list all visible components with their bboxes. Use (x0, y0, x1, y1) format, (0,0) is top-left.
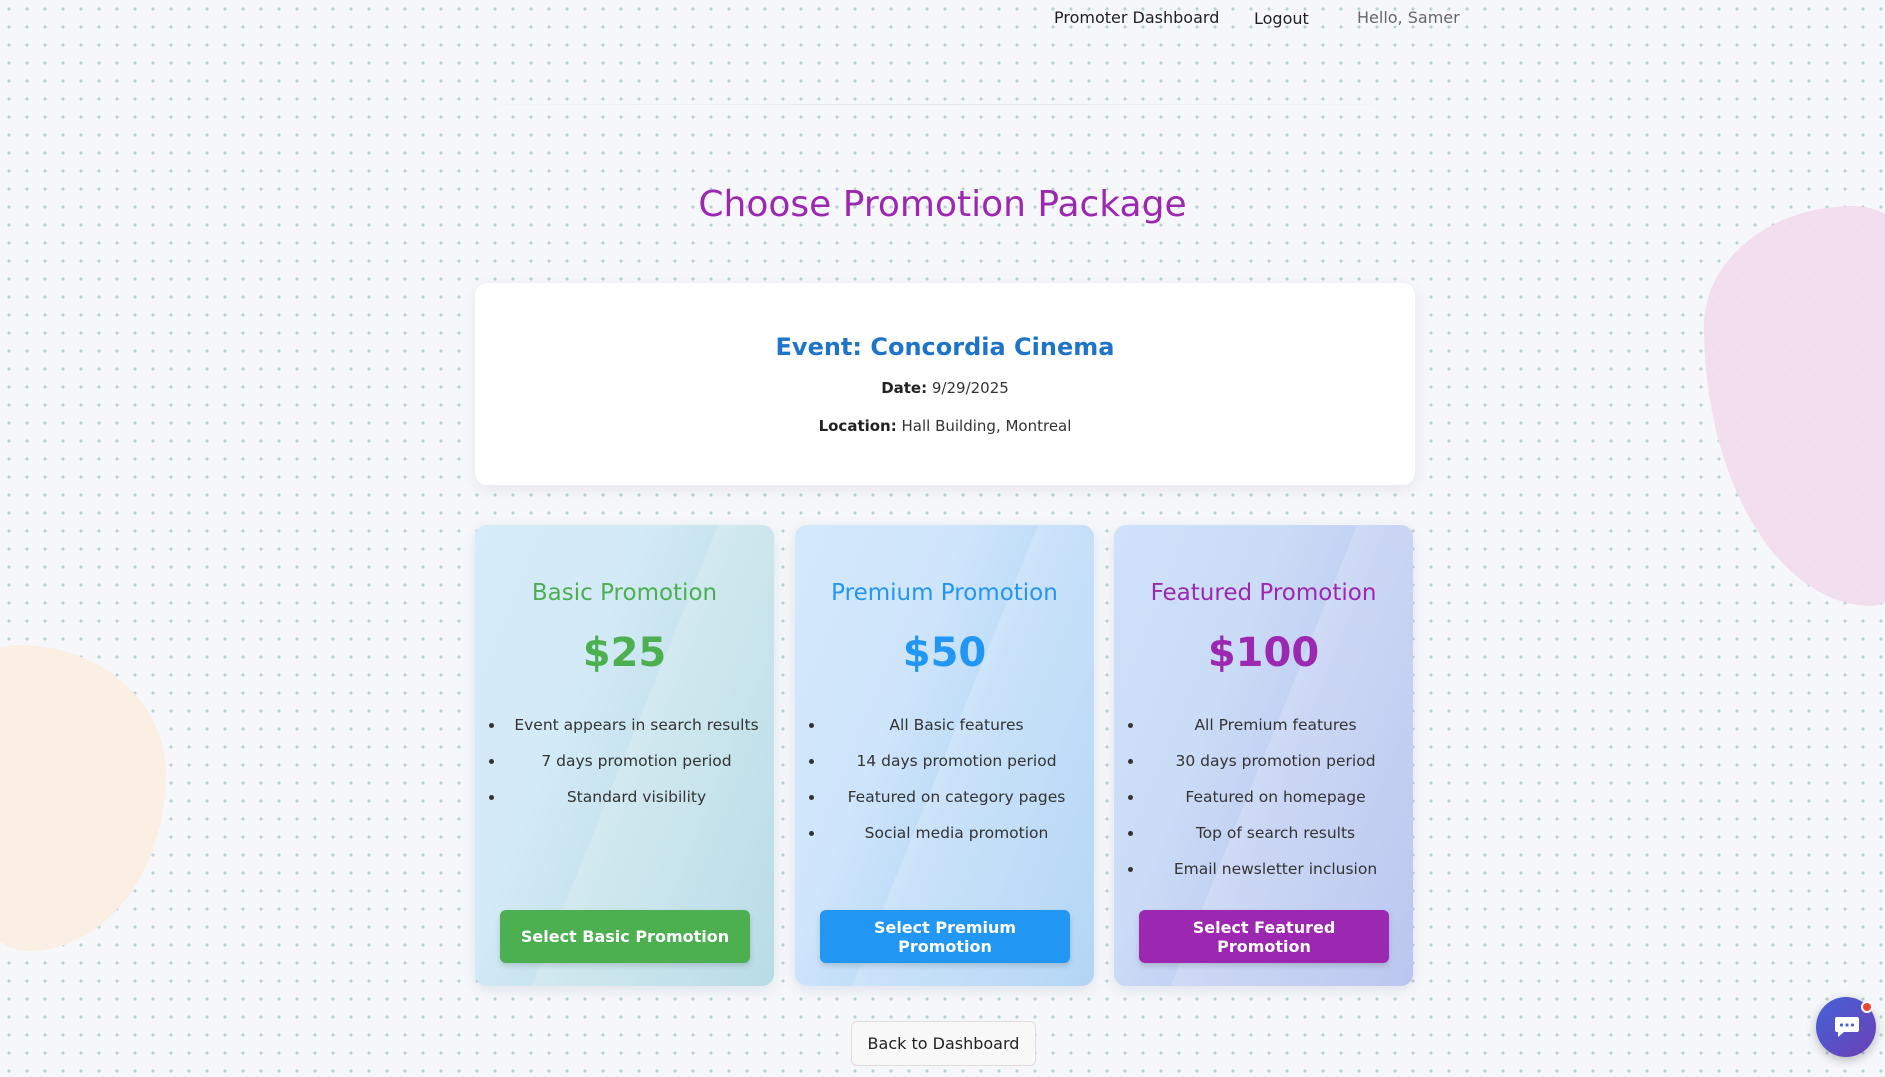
top-navigation: Promoter Dashboard Logout Hello, Samer (0, 0, 1885, 36)
package-name: Basic Promotion (531, 580, 718, 606)
event-title: Event: Concordia Cinema (775, 333, 1115, 361)
header-divider (438, 104, 1438, 105)
select-featured-promotion-button[interactable]: Select Featured Promotion (1139, 910, 1389, 963)
package-price: $100 (1207, 630, 1320, 676)
feature-item: Featured on homepage (1144, 779, 1413, 815)
decorative-blob-left (0, 645, 166, 951)
feature-item: 14 days promotion period (825, 743, 1094, 779)
package-price: $50 (902, 630, 987, 676)
user-greeting: Hello, Samer (1357, 8, 1460, 27)
feature-item: Featured on category pages (825, 779, 1094, 815)
feature-item: 7 days promotion period (505, 743, 774, 779)
chat-bubble-icon (1835, 1017, 1859, 1037)
feature-list: All Basic features 14 days promotion per… (795, 707, 1094, 851)
feature-item: 30 days promotion period (1144, 743, 1413, 779)
package-price: $25 (582, 630, 667, 676)
feature-list: Event appears in search results 7 days p… (475, 707, 774, 815)
event-info-card: Event: Concordia Cinema Date: 9/29/2025 … (475, 283, 1415, 485)
event-date-label: Date: (881, 379, 928, 397)
select-basic-promotion-button[interactable]: Select Basic Promotion (500, 910, 750, 963)
package-name: Premium Promotion (831, 580, 1058, 606)
package-card-basic: Basic Promotion $25 Event appears in sea… (475, 525, 774, 986)
package-card-premium: Premium Promotion $50 All Basic features… (795, 525, 1094, 986)
event-location-label: Location: (818, 417, 897, 435)
select-premium-promotion-button[interactable]: Select Premium Promotion (820, 910, 1070, 963)
package-card-featured: Featured Promotion $100 All Premium feat… (1114, 525, 1413, 986)
feature-item: All Basic features (825, 707, 1094, 743)
feature-item: Email newsletter inclusion (1144, 851, 1413, 887)
page-title: Choose Promotion Package (698, 184, 1187, 225)
event-date: Date: 9/29/2025 (475, 379, 1415, 397)
feature-item: Top of search results (1144, 815, 1413, 851)
event-location-value: Hall Building, Montreal (901, 417, 1072, 435)
nav-logout-link[interactable]: Logout (1254, 9, 1309, 28)
feature-list: All Premium features 30 days promotion p… (1114, 707, 1413, 887)
notification-badge (1861, 1001, 1873, 1013)
event-location: Location: Hall Building, Montreal (475, 417, 1415, 435)
decorative-blob-right (1704, 206, 1885, 606)
event-date-value: 9/29/2025 (931, 379, 1009, 397)
package-name: Featured Promotion (1150, 580, 1377, 606)
feature-item: Social media promotion (825, 815, 1094, 851)
feature-item: Standard visibility (505, 779, 774, 815)
nav-promoter-dashboard-link[interactable]: Promoter Dashboard (1054, 8, 1219, 27)
feature-item: All Premium features (1144, 707, 1413, 743)
feature-item: Event appears in search results (505, 707, 774, 743)
chat-widget-button[interactable] (1816, 997, 1876, 1057)
back-to-dashboard-button[interactable]: Back to Dashboard (851, 1021, 1036, 1066)
